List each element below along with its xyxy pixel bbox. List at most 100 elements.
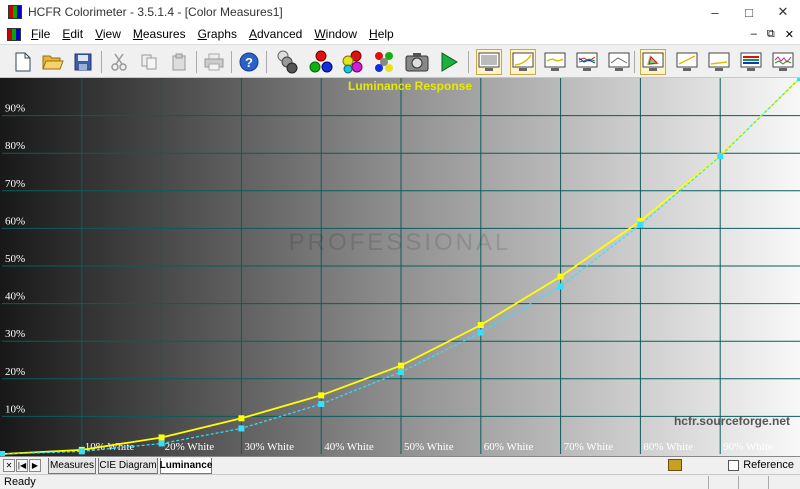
cie-chart-icon — [642, 52, 664, 71]
y-tick-label: 40% — [5, 291, 25, 303]
multi-spheres-icon — [375, 52, 393, 72]
status-panel-cap — [708, 476, 738, 489]
maximize-button[interactable]: □ — [732, 0, 766, 24]
menu-advanced[interactable]: Advanced — [243, 27, 308, 41]
y-tick-label: 50% — [5, 253, 25, 265]
save-button[interactable] — [70, 49, 96, 75]
reference-checkbox-box[interactable] — [728, 459, 740, 471]
monitor-icon — [478, 52, 500, 71]
x-tick-label: 60% White — [484, 441, 534, 453]
delta-e-chart-icon — [772, 52, 794, 71]
title-bar: HCFR Colorimeter - 3.5.1.4 - [Color Meas… — [0, 0, 800, 24]
view-rgb-histogram-button[interactable] — [738, 49, 764, 75]
close-button[interactable]: ✕ — [766, 0, 800, 24]
window-title: HCFR Colorimeter - 3.5.1.4 - [Color Meas… — [28, 5, 283, 19]
minimize-button[interactable]: – — [698, 0, 732, 24]
menu-measures[interactable]: Measures — [127, 27, 192, 41]
data-point-measured — [398, 362, 404, 369]
menu-help[interactable]: Help — [363, 27, 400, 41]
view-gamma-button[interactable] — [542, 49, 568, 75]
data-point-reference — [398, 369, 404, 376]
mdi-close-button[interactable]: ✕ — [785, 28, 794, 41]
menu-view[interactable]: View — [89, 27, 127, 41]
help-button[interactable]: ? — [236, 49, 262, 75]
menu-window[interactable]: Window — [308, 27, 363, 41]
menu-edit[interactable]: Edit — [56, 27, 89, 41]
floppy-disk-icon — [74, 53, 92, 71]
chart-title: Luminance Response — [348, 79, 472, 93]
gray-scale-measure-button[interactable] — [276, 49, 302, 75]
window-controls: – □ ✕ — [698, 0, 800, 24]
copy-button[interactable] — [136, 49, 162, 75]
view-color-temp-button[interactable] — [606, 49, 632, 75]
x-tick-label: 80% White — [643, 441, 693, 453]
rgb-chart-icon — [576, 52, 598, 71]
data-point-measured — [477, 322, 484, 329]
x-tick-label: 30% White — [244, 441, 294, 453]
tab-bar: ✕ |◀ ▶ Measures CIE Diagram Luminance Re… — [0, 456, 800, 474]
tab-close-button[interactable]: ✕ — [3, 459, 15, 472]
paste-button[interactable] — [166, 49, 192, 75]
x-tick-label: 20% White — [165, 441, 215, 453]
data-point-reference — [238, 425, 245, 432]
mdi-minimize-button[interactable]: – — [751, 28, 757, 40]
tab-luminance[interactable]: Luminance — [160, 458, 212, 474]
scissors-icon — [111, 53, 127, 71]
primaries-measure-button[interactable] — [308, 49, 334, 75]
camera-icon — [405, 53, 429, 72]
new-document-icon — [15, 52, 31, 72]
rgb-histogram-icon — [740, 52, 762, 71]
y-tick-label: 70% — [5, 178, 25, 190]
watermark-text: PROFESSIONAL — [289, 229, 512, 256]
copy-icon — [141, 54, 157, 70]
view-luminance-button[interactable] — [510, 49, 536, 75]
help-icon: ? — [239, 52, 259, 72]
view-measures-button[interactable] — [476, 49, 502, 75]
view-near-black-button[interactable] — [706, 49, 732, 75]
cut-button[interactable] — [106, 49, 132, 75]
new-document-button[interactable] — [10, 49, 36, 75]
color-spheres-icon — [342, 50, 363, 74]
toolbar-separator — [468, 51, 469, 73]
secondaries-measure-button[interactable] — [340, 49, 366, 75]
data-point-reference — [717, 153, 724, 160]
y-tick-label: 80% — [5, 140, 25, 152]
toolbar-separator — [196, 51, 197, 73]
full-measure-button[interactable] — [372, 49, 398, 75]
data-point-measured — [318, 392, 325, 399]
view-saturation-button[interactable] — [674, 49, 700, 75]
document-icon[interactable] — [7, 27, 21, 41]
menu-graphs[interactable]: Graphs — [192, 27, 243, 41]
status-panel-scrl — [768, 476, 800, 489]
svg-text:?: ? — [245, 55, 253, 70]
toolbar: ? — [0, 44, 800, 78]
luminance-chart-icon — [512, 52, 534, 71]
x-tick-label: 90% White — [723, 441, 773, 453]
menu-file[interactable]: File — [25, 27, 56, 41]
mdi-restore-button[interactable]: ⧉ — [767, 28, 775, 41]
data-point-measured — [158, 434, 165, 441]
data-point-reference — [158, 440, 165, 447]
y-tick-label: 90% — [5, 103, 25, 115]
status-bar: Ready — [0, 474, 800, 489]
color-temp-chart-icon — [608, 52, 630, 71]
toolbar-separator — [231, 51, 232, 73]
reference-checkbox[interactable]: Reference — [728, 459, 794, 471]
start-button[interactable] — [436, 49, 462, 75]
open-button[interactable] — [40, 49, 66, 75]
tab-measures[interactable]: Measures — [48, 458, 96, 474]
toolbar-separator — [634, 51, 635, 73]
tab-first-button[interactable]: |◀ — [16, 459, 28, 472]
view-cie-button[interactable] — [640, 49, 666, 75]
camera-button[interactable] — [404, 49, 430, 75]
data-point-reference — [557, 283, 564, 290]
toolbar-separator — [266, 51, 267, 73]
tab-cie-diagram[interactable]: CIE Diagram — [98, 458, 158, 474]
data-point-measured — [238, 415, 245, 422]
print-button[interactable] — [201, 49, 227, 75]
status-panel-num — [738, 476, 768, 489]
data-point-measured — [557, 273, 564, 280]
tab-next-button[interactable]: ▶ — [29, 459, 41, 472]
view-rgb-levels-button[interactable] — [574, 49, 600, 75]
view-delta-e-button[interactable] — [770, 49, 796, 75]
